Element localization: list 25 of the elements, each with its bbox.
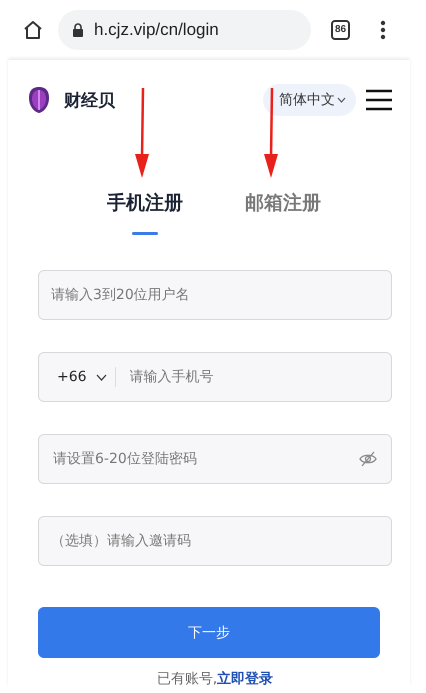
home-icon[interactable] <box>22 19 44 41</box>
input-field[interactable]: （选填）请输入邀请码 <box>38 516 392 566</box>
input-field[interactable]: 请输入3到20位用户名 <box>38 270 392 320</box>
address-bar[interactable]: h.cjz.vip/cn/login <box>58 10 311 50</box>
password-input[interactable]: 请设置6-20位登陆密码 <box>51 450 359 468</box>
phone-input[interactable]: 请输入手机号 <box>128 368 377 386</box>
login-link[interactable]: 立即登录 <box>217 671 274 687</box>
phone-field[interactable]: +66 请输入手机号 <box>38 352 392 402</box>
hidden-eye-icon[interactable] <box>359 451 377 467</box>
tab-count-button[interactable]: 86 <box>331 20 350 40</box>
shield-logo-icon <box>28 86 50 114</box>
country-code-selector[interactable]: +66 <box>51 369 115 385</box>
register-tab[interactable]: 邮箱注册 <box>245 187 321 235</box>
next-step-button[interactable]: 下一步 <box>38 607 380 658</box>
lock-icon <box>72 23 84 37</box>
url-text: h.cjz.vip/cn/login <box>94 20 219 40</box>
register-tab[interactable]: 手机注册 <box>107 187 183 235</box>
language-selector[interactable]: 简体中文 <box>263 84 356 116</box>
password-field[interactable]: 请设置6-20位登陆密码 <box>38 434 392 484</box>
menu-icon[interactable] <box>366 89 392 111</box>
caret-icon <box>337 97 346 103</box>
caret-icon <box>96 374 107 380</box>
more-menu-icon[interactable] <box>380 20 386 40</box>
brand-name: 财经贝 <box>64 90 115 112</box>
login-prompt: 已有账号,立即登录 <box>156 670 274 688</box>
